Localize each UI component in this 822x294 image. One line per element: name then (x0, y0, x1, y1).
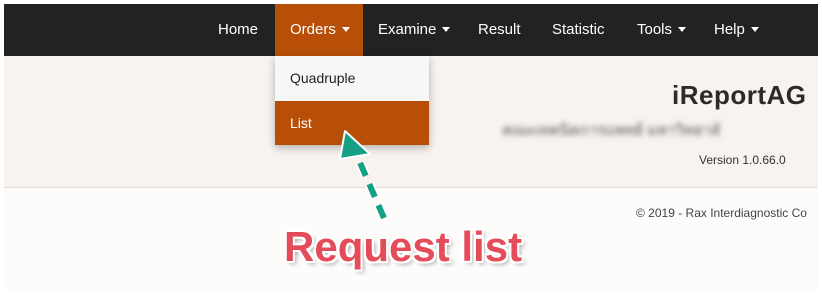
annotation-label: Request list (284, 223, 523, 270)
app-window: Home Orders Examine Result Statistic Too… (4, 4, 818, 290)
